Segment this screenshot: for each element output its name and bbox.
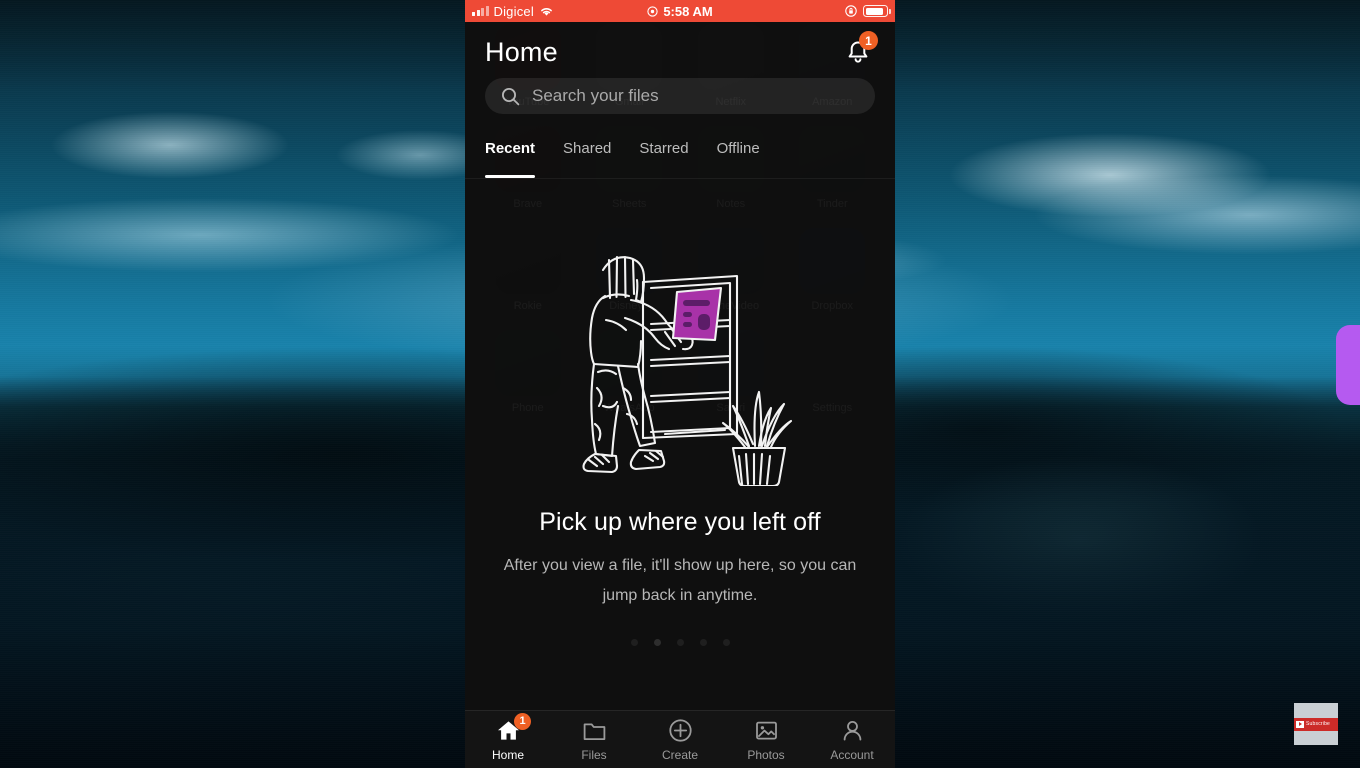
home-icon: 1 (495, 712, 531, 744)
tab-starred[interactable]: Starred (639, 140, 688, 178)
folder-icon (581, 718, 607, 744)
nav-item-label: Create (661, 747, 699, 762)
search-bar[interactable]: Search your files (485, 78, 875, 114)
status-bar: Digicel 5:58 AM (465, 0, 895, 22)
location-arrow-icon (647, 5, 658, 17)
search-input-placeholder[interactable]: Search your files (532, 86, 659, 106)
empty-state: Pick up where you left off After you vie… (465, 196, 895, 646)
pager-dot[interactable] (653, 639, 661, 646)
tab-offline[interactable]: Offline (717, 140, 760, 178)
notifications-button[interactable]: 1 (841, 31, 878, 69)
plus-circle-icon (667, 718, 693, 744)
nav-item-label: Photos (747, 747, 785, 762)
right-edge-purple-pill[interactable] (1336, 325, 1360, 405)
filter-tabs: Recent Shared Starred Offline (465, 140, 895, 179)
phone-screen: YouTubeGmailNetflixAmazonBraveSheetsNote… (465, 0, 895, 768)
page-title: Home (485, 36, 558, 67)
header-row: Home 1 (485, 30, 878, 74)
battery-icon (863, 5, 891, 17)
pager-dot[interactable] (699, 639, 707, 646)
tab-recent[interactable]: Recent (485, 140, 536, 178)
pager-dots[interactable] (630, 639, 730, 646)
status-bar-time: 5:58 AM (663, 3, 713, 19)
person-icon (839, 718, 865, 744)
youtube-play-icon (1296, 720, 1304, 728)
nav-item-photos[interactable]: Photos (723, 718, 809, 762)
app-header: Home 1 Search your files (465, 22, 895, 114)
empty-state-title: Pick up where you left off (539, 508, 821, 536)
person-shelving-file-illustration (582, 255, 793, 486)
notification-badge: 1 (859, 31, 878, 50)
bottom-navigation-bar: 1 Home Files Create Photos Account (465, 710, 895, 768)
nav-item-create[interactable]: Create (637, 718, 723, 762)
pager-dot[interactable] (630, 639, 638, 646)
nav-item-label: Account (830, 747, 874, 762)
nav-item-label: Files (581, 747, 607, 762)
nav-item-label: Home (491, 747, 524, 762)
nav-item-home[interactable]: 1 Home (465, 712, 551, 762)
status-bar-center: 5:58 AM (465, 4, 895, 19)
nav-item-account[interactable]: Account (809, 718, 895, 762)
nav-badge: 1 (514, 712, 531, 730)
tab-shared[interactable]: Shared (563, 140, 611, 178)
subscribe-label: Subscribe (1306, 721, 1331, 727)
search-icon (502, 87, 520, 105)
pager-dot[interactable] (722, 639, 730, 646)
youtube-subscribe-watermark: Subscribe (1294, 703, 1338, 745)
purple-file-accent (671, 286, 723, 342)
empty-state-subtitle: After you view a file, it'll show up her… (503, 557, 857, 604)
pager-dot[interactable] (676, 639, 684, 646)
image-icon (753, 718, 779, 744)
subscribe-bar: Subscribe (1294, 717, 1338, 731)
nav-item-files[interactable]: Files (551, 718, 637, 762)
